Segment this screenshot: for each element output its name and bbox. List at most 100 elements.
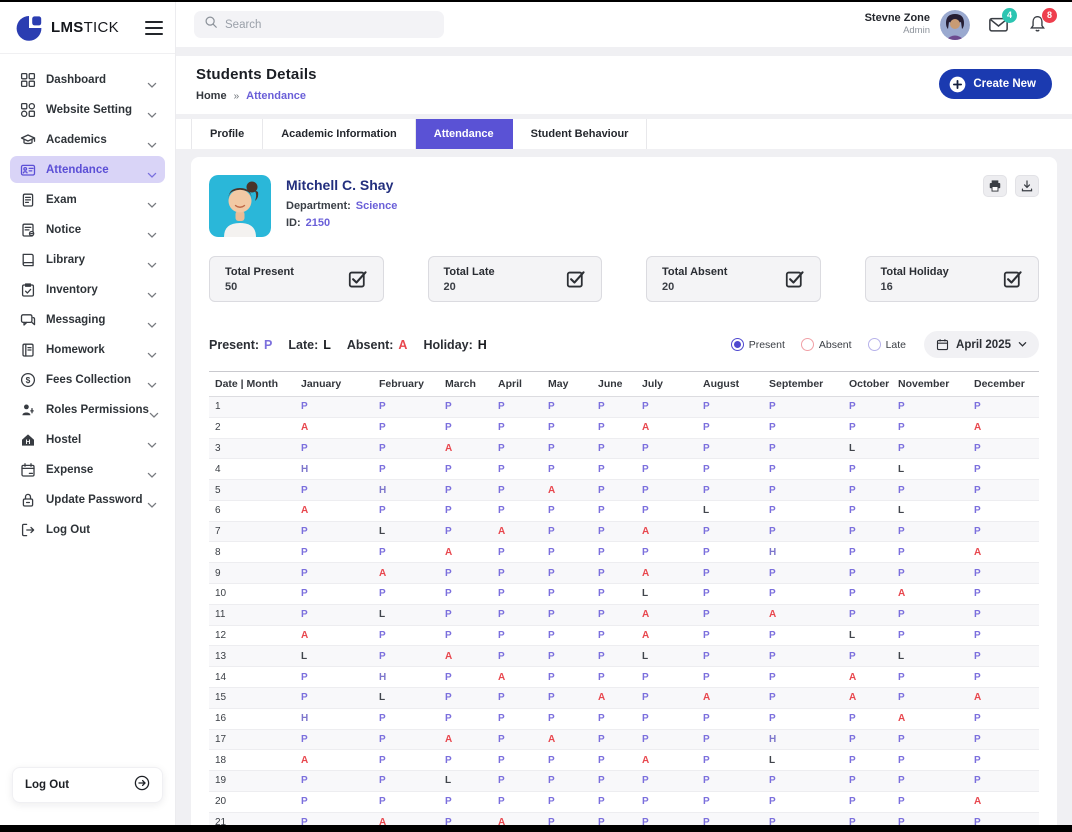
attendance-cell: P bbox=[697, 480, 763, 501]
table-row: 5PHPPAPPPPPPP bbox=[209, 480, 1039, 501]
attendance-cell: P bbox=[843, 584, 892, 605]
id-value[interactable]: 2150 bbox=[306, 217, 330, 229]
attendance-cell: P bbox=[439, 480, 492, 501]
attendance-cell: L bbox=[295, 646, 373, 667]
attendance-cell: A bbox=[542, 729, 592, 750]
attendance-cell: P bbox=[295, 438, 373, 459]
inventory-icon bbox=[20, 282, 36, 298]
date-cell: 7 bbox=[209, 521, 295, 542]
mail-icon[interactable]: 4 bbox=[988, 14, 1010, 36]
sidebar-item-hostel[interactable]: HHostel bbox=[10, 426, 165, 453]
attendance-cell: L bbox=[843, 625, 892, 646]
attendance-cell: P bbox=[542, 417, 592, 438]
attendance-cell: A bbox=[439, 646, 492, 667]
radio-late[interactable]: Late bbox=[868, 338, 906, 351]
attendance-cell: P bbox=[492, 687, 542, 708]
tab-attendance[interactable]: Attendance bbox=[416, 119, 513, 149]
exam-icon bbox=[20, 192, 36, 208]
student-id: ID: 2150 bbox=[286, 217, 397, 229]
create-new-button[interactable]: Create New bbox=[939, 69, 1052, 99]
radio-absent[interactable]: Absent bbox=[801, 338, 852, 351]
bell-badge: 8 bbox=[1042, 8, 1057, 23]
breadcrumb-current[interactable]: Attendance bbox=[246, 90, 306, 102]
date-cell: 1 bbox=[209, 397, 295, 418]
attendance-cell: P bbox=[592, 397, 636, 418]
column-header-april: April bbox=[492, 372, 542, 397]
checkbox-icon bbox=[566, 269, 586, 289]
sidebar-item-label: Notice bbox=[46, 224, 147, 236]
hamburger-menu-icon[interactable] bbox=[145, 21, 163, 35]
attendance-cell: A bbox=[892, 708, 968, 729]
attendance-cell: P bbox=[697, 771, 763, 792]
sidebar-logout-button[interactable]: Log Out bbox=[12, 767, 163, 803]
sidebar-item-messaging[interactable]: Messaging bbox=[10, 306, 165, 333]
table-row: 2APPPPPAPPPPA bbox=[209, 417, 1039, 438]
user-avatar[interactable] bbox=[940, 10, 970, 40]
attendance-cell: P bbox=[636, 771, 697, 792]
printer-icon bbox=[988, 179, 1002, 193]
status-radio-group: Present Absent Late bbox=[731, 338, 906, 351]
attendance-cell: P bbox=[697, 708, 763, 729]
radio-dot bbox=[801, 338, 814, 351]
date-cell: 8 bbox=[209, 542, 295, 563]
sidebar-item-inventory[interactable]: Inventory bbox=[10, 276, 165, 303]
page-header: Students Details Home » Attendance Creat… bbox=[176, 56, 1072, 114]
print-button[interactable] bbox=[983, 175, 1007, 197]
attendance-cell: P bbox=[295, 812, 373, 825]
attendance-cell: L bbox=[439, 771, 492, 792]
sidebar-item-log-out[interactable]: Log Out bbox=[10, 516, 165, 543]
bell-icon[interactable]: 8 bbox=[1028, 14, 1050, 36]
attendance-cell: P bbox=[763, 563, 843, 584]
table-row: 7PLPAPPAPPPPP bbox=[209, 521, 1039, 542]
attendance-cell: P bbox=[636, 687, 697, 708]
student-name: Mitchell C. Shay bbox=[286, 177, 397, 193]
attendance-cell: P bbox=[592, 604, 636, 625]
sidebar-item-academics[interactable]: Academics bbox=[10, 126, 165, 153]
id-label: ID: bbox=[286, 217, 301, 229]
attendance-cell: A bbox=[439, 729, 492, 750]
sidebar-item-fees-collection[interactable]: $Fees Collection bbox=[10, 366, 165, 393]
month-dropdown[interactable]: April 2025 bbox=[924, 331, 1039, 358]
sidebar-item-update-password[interactable]: Update Password bbox=[10, 486, 165, 513]
logo-text: LMSTICK bbox=[51, 19, 145, 36]
sidebar-item-expense[interactable]: Expense bbox=[10, 456, 165, 483]
breadcrumb-home[interactable]: Home bbox=[196, 90, 227, 102]
sidebar-item-dashboard[interactable]: Dashboard bbox=[10, 66, 165, 93]
attendance-cell: P bbox=[843, 542, 892, 563]
sidebar-item-attendance[interactable]: Attendance bbox=[10, 156, 165, 183]
stat-text: Total Present50 bbox=[225, 266, 348, 293]
stat-value: 20 bbox=[662, 281, 785, 293]
sidebar-item-roles-permissions[interactable]: Roles Permissions bbox=[10, 396, 165, 423]
date-cell: 13 bbox=[209, 646, 295, 667]
sidebar-item-homework[interactable]: Homework bbox=[10, 336, 165, 363]
department-value[interactable]: Science bbox=[356, 200, 398, 212]
date-cell: 21 bbox=[209, 812, 295, 825]
chevron-down-icon bbox=[147, 166, 157, 174]
attendance-cell: P bbox=[763, 771, 843, 792]
sidebar-item-label: Update Password bbox=[46, 494, 147, 506]
attendance-cell: P bbox=[542, 708, 592, 729]
sidebar-item-website-setting[interactable]: Website Setting bbox=[10, 96, 165, 123]
attendance-card: Mitchell C. Shay Department:Science ID:2… bbox=[191, 157, 1057, 825]
attendance-cell: A bbox=[968, 791, 1039, 812]
sidebar-item-exam[interactable]: Exam bbox=[10, 186, 165, 213]
roles-permissions-icon bbox=[20, 402, 36, 418]
sidebar-header: LMSTICK bbox=[0, 2, 175, 54]
attendance-cell: P bbox=[968, 438, 1039, 459]
tab-student-behaviour[interactable]: Student Behaviour bbox=[513, 119, 648, 149]
tab-profile[interactable]: Profile bbox=[191, 119, 263, 149]
download-button[interactable] bbox=[1015, 175, 1039, 197]
sidebar-item-notice[interactable]: Notice bbox=[10, 216, 165, 243]
attendance-cell: A bbox=[636, 417, 697, 438]
tab-academic-information[interactable]: Academic Information bbox=[263, 119, 416, 149]
student-avatar bbox=[209, 175, 271, 237]
table-row: 4HPPPPPPPPPLP bbox=[209, 459, 1039, 480]
radio-present[interactable]: Present bbox=[731, 338, 785, 351]
attendance-cell: P bbox=[542, 584, 592, 605]
search-input[interactable] bbox=[225, 19, 434, 31]
attendance-cell: P bbox=[843, 771, 892, 792]
sidebar-item-library[interactable]: Library bbox=[10, 246, 165, 273]
table-row: 10PPPPPPLPPPAP bbox=[209, 584, 1039, 605]
table-row: 19PPLPPPPPPPPP bbox=[209, 771, 1039, 792]
legend-item-absent: Absent:A bbox=[347, 338, 408, 352]
